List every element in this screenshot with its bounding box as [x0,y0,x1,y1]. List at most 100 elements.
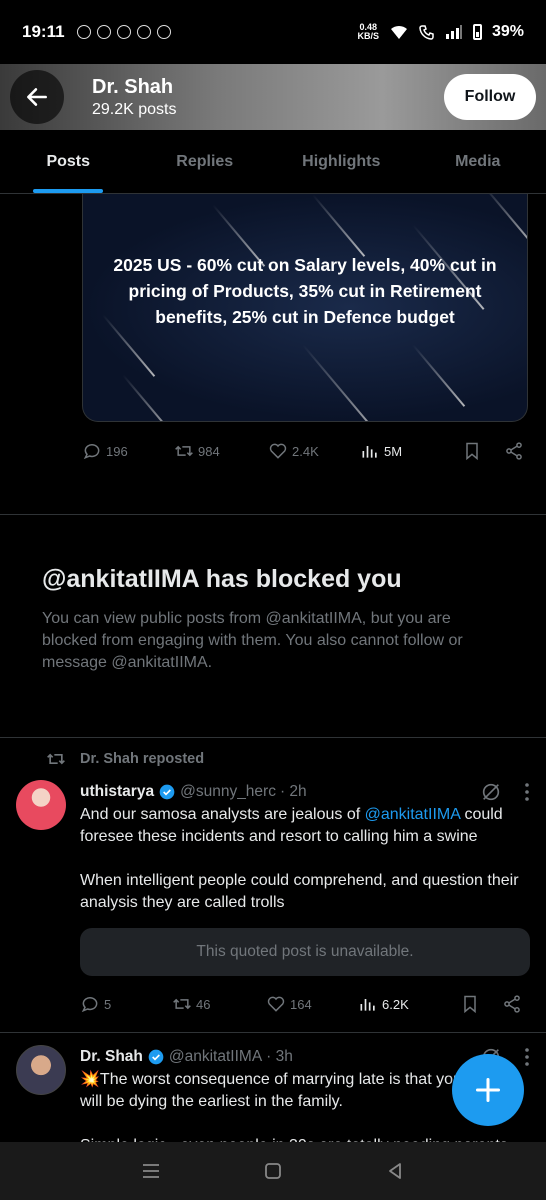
mention-link[interactable]: @ankitatIIMA [365,806,460,823]
like-button[interactable]: 164 [266,994,358,1014]
share-icon [504,995,520,1013]
decor-streak [122,374,176,421]
views-icon [360,999,375,1011]
reply-icon [81,997,98,1013]
signal-icon [445,25,462,39]
whatsapp-icon [76,25,91,39]
post-count: 29.2K posts [92,100,177,118]
profile-name: Dr. Shah [92,75,174,98]
repost-count: 46 [196,996,211,1012]
heart-icon [269,443,287,459]
home-icon[interactable] [263,1161,283,1181]
verified-badge-icon [159,784,175,800]
tab-posts[interactable]: Posts [0,130,137,193]
blocked-notice: @ankitatIIMA has blocked you You can vie… [0,515,546,737]
status-bar: 19:11 0.48 KB/S 39% [0,0,546,64]
divider [0,737,546,738]
app-notification-icon [156,25,171,39]
repost-icon [47,753,65,765]
quote-unavailable: This quoted post is unavailable. [80,928,530,976]
media-caption: 2025 US - 60% cut on Salary levels, 40% … [113,255,497,327]
decor-streak [412,344,466,407]
wifi-icon [390,25,407,39]
repost-button[interactable]: 984 [174,441,268,461]
repost-button[interactable]: 46 [172,994,266,1014]
author-name[interactable]: Dr. Shah [80,1048,143,1066]
views-count: 6.2K [382,996,409,1012]
system-nav-bar [0,1142,546,1200]
feed: 2025 US - 60% cut on Salary levels, 40% … [0,194,546,1179]
system-status: 0.48 KB/S 39% [357,23,524,41]
call-icon [419,25,434,40]
views-button[interactable]: 6.2K [358,994,460,1014]
instagram-icon [136,25,151,39]
share-button[interactable] [504,441,524,461]
blocked-title: @ankitatIIMA has blocked you [42,565,402,593]
compose-button[interactable] [452,1054,524,1126]
grok-icon[interactable] [480,781,502,803]
plus-icon [475,1077,501,1103]
verified-badge-icon [148,1049,164,1065]
reply-count: 5 [104,996,112,1012]
more-options-icon[interactable] [524,782,530,802]
more-options-icon[interactable] [524,1047,530,1067]
decor-streak [482,194,527,247]
heart-icon [267,996,285,1012]
repost-label: Dr. Shah reposted [80,751,205,767]
share-icon [506,442,522,460]
blocked-description: You can view public posts from @ankitatI… [42,610,463,671]
reply-count: 196 [106,443,128,459]
post-actions: 196 984 2.4K 5M [0,422,546,480]
tab-replies[interactable]: Replies [137,130,274,193]
repost-icon [173,998,191,1010]
like-count: 2.4K [292,443,319,459]
avatar[interactable] [16,780,66,830]
battery-level: 39% [491,23,524,40]
arrow-left-icon [27,88,47,106]
share-button[interactable] [502,994,522,1014]
battery-icon [472,24,482,40]
status-time: 19:11 [22,22,65,41]
author-name[interactable]: uthistarya [80,783,154,801]
notification-icons [76,25,171,39]
repost-icon [175,445,193,457]
bookmark-button[interactable] [462,441,504,461]
decor-streak [312,194,366,257]
profile-title: Dr. Shah 29.2K posts [92,76,177,119]
bookmark-icon [464,995,476,1014]
bookmark-icon [466,442,478,461]
network-speed: 0.48 KB/S [357,22,379,41]
repost-count: 984 [198,443,220,459]
back-nav-icon[interactable] [385,1161,405,1181]
post-actions: 5 46 164 6.2K [0,976,546,1032]
reply-button[interactable]: 196 [82,441,174,461]
back-button[interactable] [10,70,64,124]
tab-media[interactable]: Media [410,130,546,193]
app-notification-icon [96,25,111,39]
like-button[interactable]: 2.4K [268,441,360,461]
bookmark-button[interactable] [460,994,502,1014]
reply-icon [83,444,100,460]
views-button[interactable]: 5M [360,441,462,461]
post-time: · 2h [279,783,307,800]
post-time: · 3h [266,1048,293,1065]
post-media-image[interactable]: 2025 US - 60% cut on Salary levels, 40% … [82,194,528,422]
follow-button[interactable]: Follow [444,74,536,120]
views-icon [362,446,377,458]
divider [0,1032,546,1033]
tab-highlights[interactable]: Highlights [273,130,410,193]
decor-streak [302,344,381,421]
reply-button[interactable]: 5 [80,994,172,1014]
recent-apps-icon[interactable] [141,1162,161,1180]
like-count: 164 [290,996,312,1012]
author-handle[interactable]: @sunny_herc [180,783,276,801]
repost-indicator: Dr. Shah reposted [0,744,546,774]
post-item[interactable]: uthistarya @sunny_herc · 2h And our samo… [0,780,546,976]
views-count: 5M [384,443,403,459]
profile-header: Dr. Shah 29.2K posts Follow [0,64,546,130]
avatar[interactable] [16,1045,66,1095]
post-text: And our samosa analysts are jealous of @… [80,806,519,911]
profile-tabs: Posts Replies Highlights Media [0,130,546,194]
post-header: uthistarya @sunny_herc · 2h [80,780,530,804]
author-handle[interactable]: @ankitatIIMA [169,1048,262,1066]
